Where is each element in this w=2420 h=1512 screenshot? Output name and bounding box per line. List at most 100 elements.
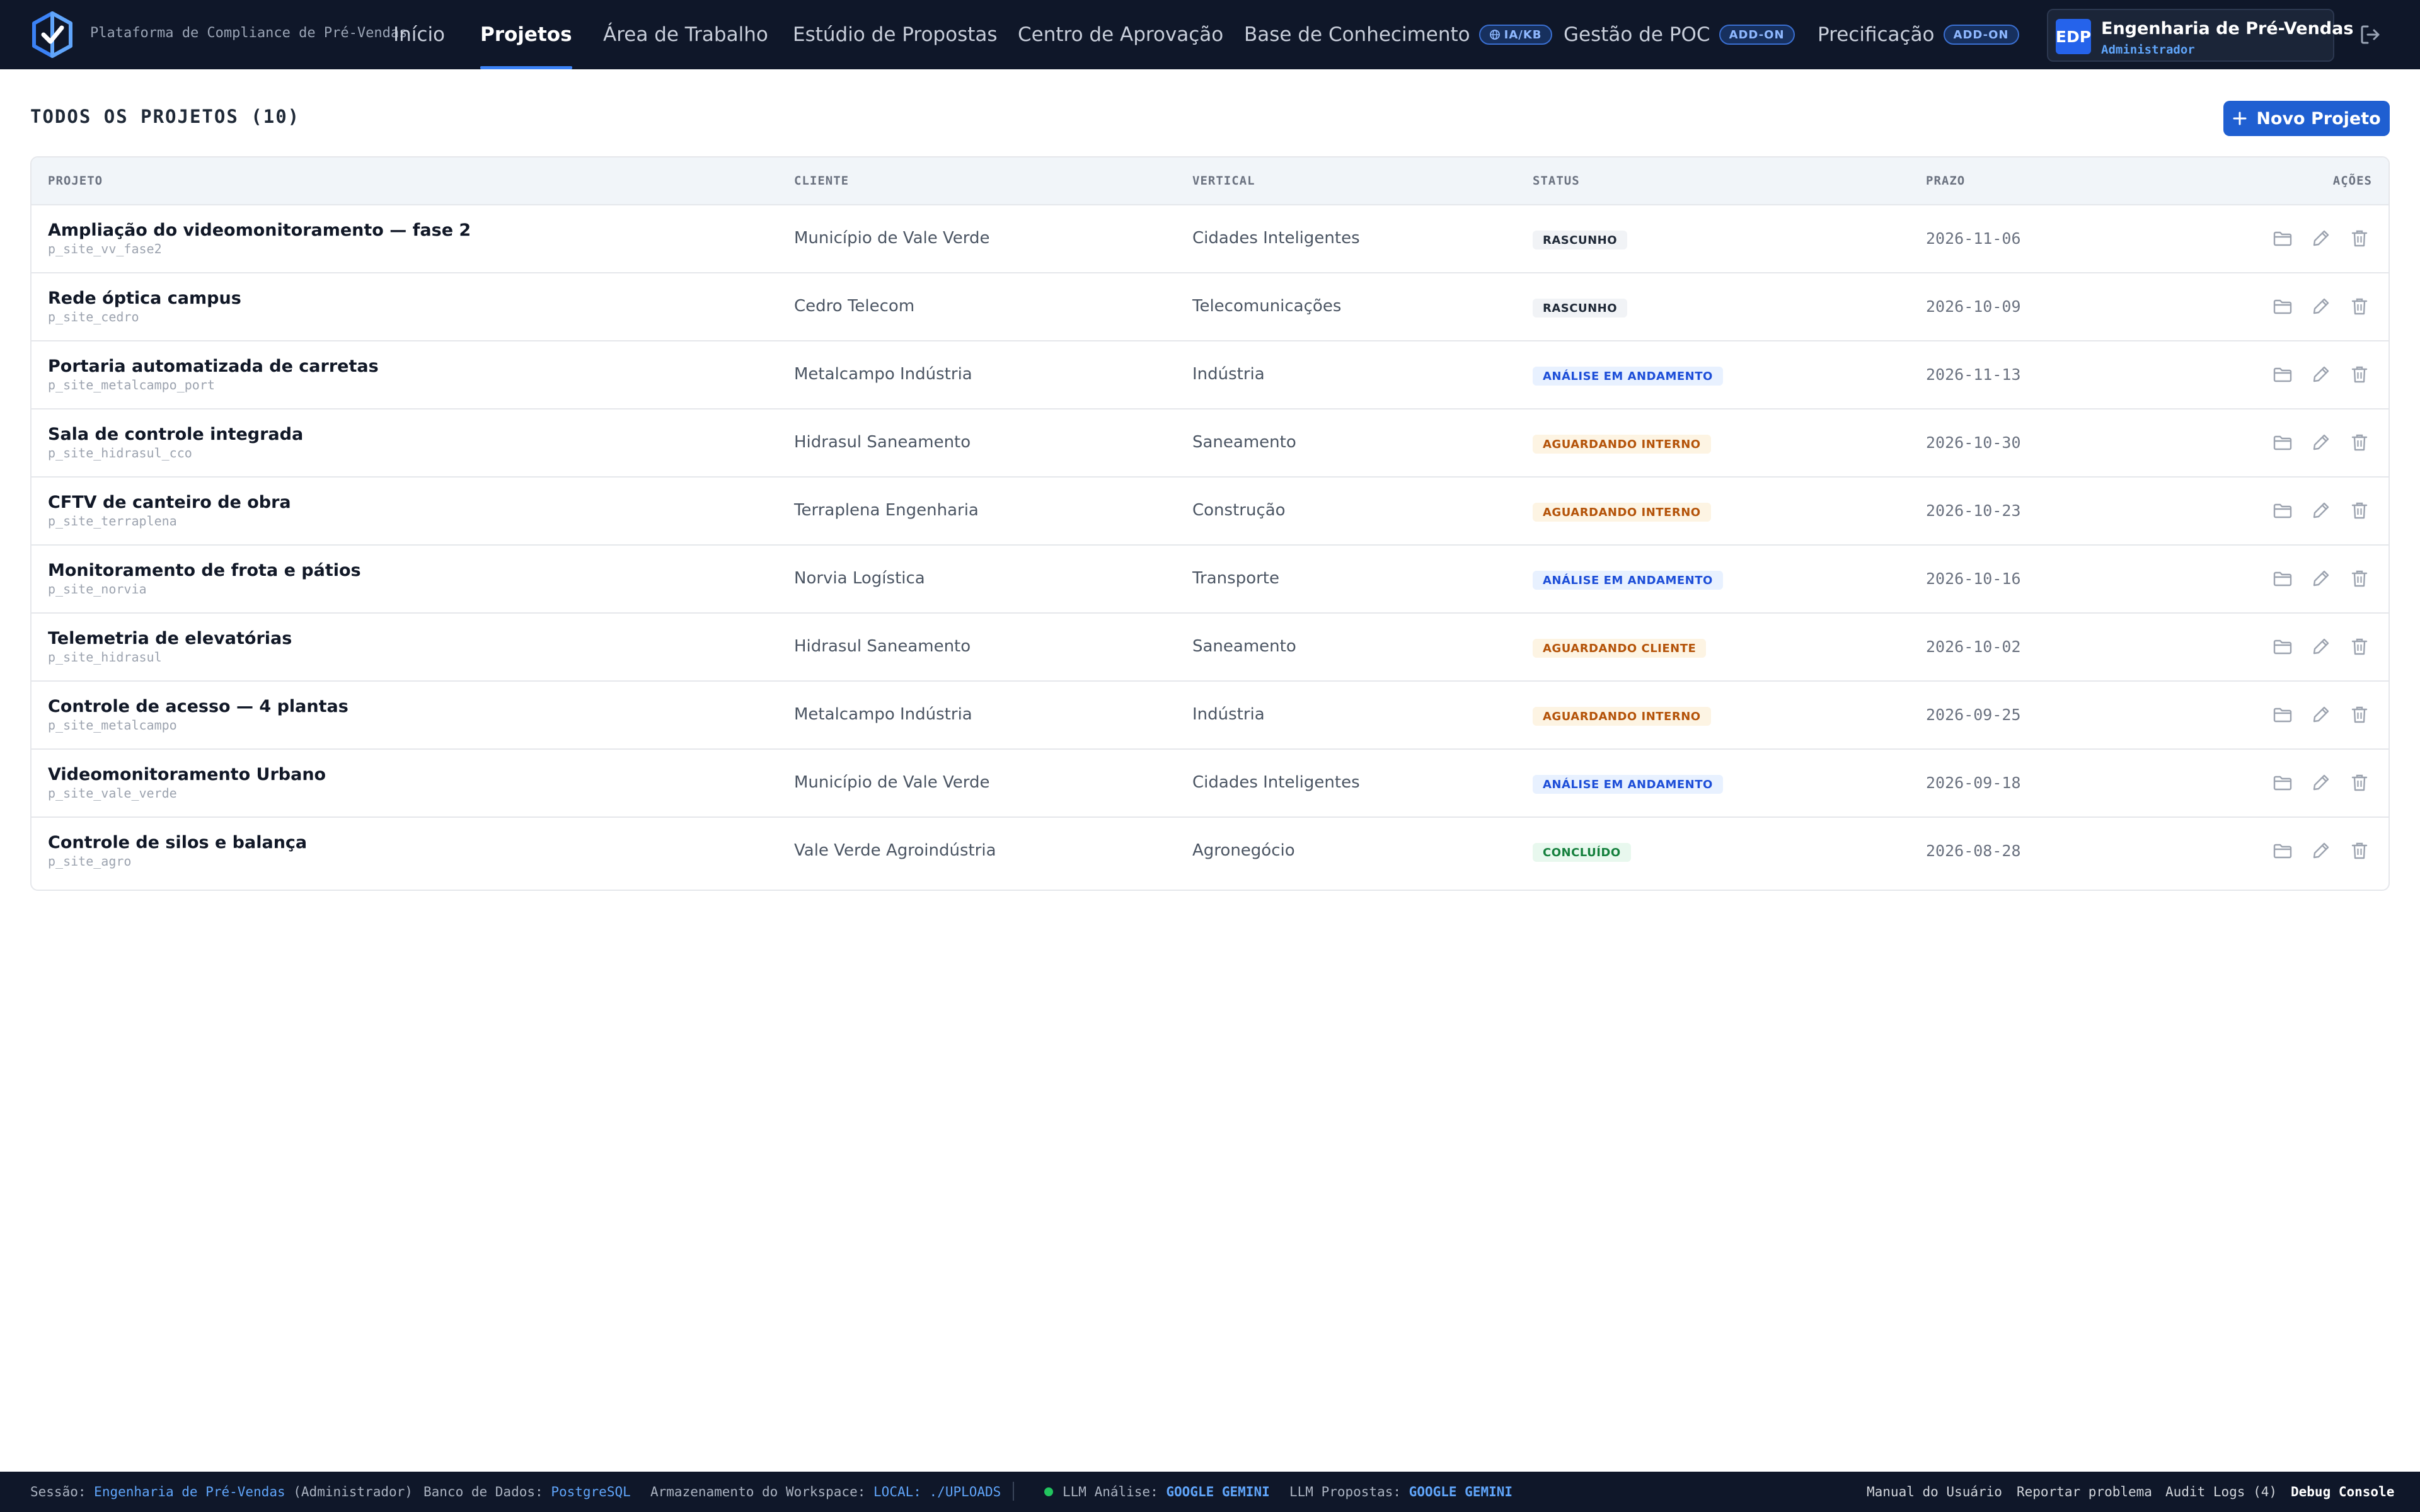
edit-icon[interactable] (2311, 840, 2331, 861)
project-name[interactable]: Monitoramento de frota e pátios (48, 561, 361, 580)
folder-icon[interactable] (2273, 840, 2293, 861)
project-name[interactable]: Portaria automatizada de carretas (48, 357, 379, 376)
project-name[interactable]: Videomonitoramento Urbano (48, 765, 326, 784)
trash-icon[interactable] (2349, 228, 2370, 248)
table-row[interactable]: Monitoramento de frota e pátios p_site_no… (32, 546, 2388, 614)
nav-gestao-de-poc[interactable]: Gestão de POC ADD-ON (1564, 0, 1795, 69)
table-row[interactable]: Controle de silos e balança p_site_agro Va… (32, 818, 2388, 886)
status-badge: ANÁLISE EM ANDAMENTO (1533, 775, 1723, 794)
nav-estudio-de-propostas[interactable]: Estúdio de Propostas (793, 0, 998, 69)
edit-icon[interactable] (2311, 636, 2331, 656)
vertical-name: Cidades Inteligentes (1192, 773, 1360, 792)
trash-icon[interactable] (2349, 840, 2370, 861)
add-on-badge: ADD-ON (1719, 25, 1795, 45)
table-row[interactable]: Videomonitoramento Urbano p_site_vale_ver… (32, 750, 2388, 818)
trash-icon[interactable] (2349, 568, 2370, 588)
trash-icon[interactable] (2349, 364, 2370, 384)
folder-icon[interactable] (2273, 772, 2293, 793)
footer-llm-proposals-label: LLM Propostas: (1289, 1484, 1402, 1499)
nav-area-de-trabalho[interactable]: Área de Trabalho (603, 0, 768, 69)
project-name[interactable]: Ampliação do videomonitoramento — fase 2 (48, 220, 471, 240)
user-menu[interactable]: EDP Engenharia de Pré-Vendas Administrad… (2047, 9, 2353, 62)
edit-icon[interactable] (2311, 568, 2331, 588)
header-client[interactable]: CLIENTE (794, 174, 849, 188)
edit-icon[interactable] (2311, 772, 2331, 793)
audit-logs-link[interactable]: Audit Logs (4) (2165, 1484, 2277, 1499)
nav-projetos[interactable]: Projetos (480, 0, 572, 69)
table-row[interactable]: Ampliação do videomonitoramento — fase 2… (32, 205, 2388, 273)
client-name: Hidrasul Saneamento (794, 433, 971, 452)
folder-icon[interactable] (2273, 296, 2293, 316)
folder-icon[interactable] (2273, 704, 2293, 724)
edit-icon[interactable] (2311, 432, 2331, 452)
header-deadline[interactable]: PRAZO (1926, 174, 1965, 188)
table-row[interactable]: Telemetria de elevatórias p_site_hidrasul… (32, 614, 2388, 682)
deadline-date: 2026-10-02 (1926, 638, 2021, 656)
row-actions (2273, 636, 2370, 656)
footer-session-role: (Administrador) (293, 1484, 413, 1499)
nav-base-de-conhecimento[interactable]: Base de Conhecimento IA/KB (1244, 0, 1552, 69)
table-row[interactable]: Sala de controle integrada p_site_hidrasu… (32, 410, 2388, 478)
nav-inicio[interactable]: Início (393, 0, 445, 69)
nav-centro-de-aprovacao[interactable]: Centro de Aprovação (1018, 0, 1223, 69)
vertical-name: Cidades Inteligentes (1192, 229, 1360, 248)
trash-icon[interactable] (2349, 772, 2370, 793)
table-row[interactable]: Controle de acesso — 4 plantas p_site_met… (32, 682, 2388, 750)
new-project-button[interactable]: Novo Projeto (2223, 101, 2390, 136)
folder-icon[interactable] (2273, 636, 2293, 656)
logout-icon[interactable] (2358, 23, 2382, 47)
row-actions (2273, 228, 2370, 248)
folder-icon[interactable] (2273, 432, 2293, 452)
trash-icon[interactable] (2349, 500, 2370, 520)
project-id: p_site_cedro (48, 309, 139, 324)
project-name[interactable]: Rede óptica campus (48, 289, 241, 308)
folder-icon[interactable] (2273, 364, 2293, 384)
folder-icon[interactable] (2273, 500, 2293, 520)
status-badge: AGUARDANDO INTERNO (1533, 707, 1711, 726)
table-row[interactable]: Rede óptica campus p_site_cedro Cedro Tele… (32, 273, 2388, 341)
client-name: Cedro Telecom (794, 297, 915, 316)
trash-icon[interactable] (2349, 704, 2370, 724)
vertical-name: Indústria (1192, 365, 1265, 384)
edit-icon[interactable] (2311, 500, 2331, 520)
trash-icon[interactable] (2349, 296, 2370, 316)
project-name[interactable]: Telemetria de elevatórias (48, 629, 292, 648)
table-row[interactable]: CFTV de canteiro de obra p_site_terraplen… (32, 478, 2388, 546)
edit-icon[interactable] (2311, 364, 2331, 384)
footer-db-value: PostgreSQL (551, 1484, 631, 1499)
row-actions (2273, 568, 2370, 588)
nav-precificacao[interactable]: Precificação ADD-ON (1818, 0, 2019, 69)
folder-icon[interactable] (2273, 228, 2293, 248)
header-status[interactable]: STATUS (1533, 174, 1580, 188)
edit-icon[interactable] (2311, 228, 2331, 248)
header-project[interactable]: PROJETO (48, 174, 103, 188)
vertical-name: Saneamento (1192, 637, 1296, 656)
deadline-date: 2026-10-09 (1926, 297, 2021, 316)
nav-label: Gestão de POC (1564, 23, 1710, 46)
header-vertical[interactable]: VERTICAL (1192, 174, 1255, 188)
deadline-date: 2026-08-28 (1926, 842, 2021, 860)
status-badge: RASCUNHO (1533, 299, 1628, 318)
trash-icon[interactable] (2349, 432, 2370, 452)
project-name[interactable]: CFTV de canteiro de obra (48, 493, 291, 512)
vertical-name: Telecomunicações (1192, 297, 1342, 316)
user-manual-link[interactable]: Manual do Usuário (1867, 1484, 2002, 1499)
project-name[interactable]: Controle de acesso — 4 plantas (48, 697, 349, 716)
projects-table: PROJETO CLIENTE VERTICAL STATUS PRAZO AÇ… (30, 156, 2390, 891)
edit-icon[interactable] (2311, 704, 2331, 724)
client-name: Terraplena Engenharia (794, 501, 979, 520)
logo-icon[interactable] (32, 11, 73, 58)
table-row[interactable]: Portaria automatizada de carretas p_site_… (32, 341, 2388, 410)
row-actions (2273, 772, 2370, 793)
status-badge: CONCLUÍDO (1533, 843, 1631, 862)
report-problem-link[interactable]: Reportar problema (2017, 1484, 2152, 1499)
project-name[interactable]: Controle de silos e balança (48, 833, 307, 852)
deadline-date: 2026-11-06 (1926, 229, 2021, 248)
deadline-date: 2026-09-25 (1926, 706, 2021, 724)
project-name[interactable]: Sala de controle integrada (48, 425, 303, 444)
trash-icon[interactable] (2349, 636, 2370, 656)
status-badge: AGUARDANDO INTERNO (1533, 435, 1711, 454)
folder-icon[interactable] (2273, 568, 2293, 588)
debug-console-link[interactable]: Debug Console (2291, 1484, 2394, 1499)
edit-icon[interactable] (2311, 296, 2331, 316)
